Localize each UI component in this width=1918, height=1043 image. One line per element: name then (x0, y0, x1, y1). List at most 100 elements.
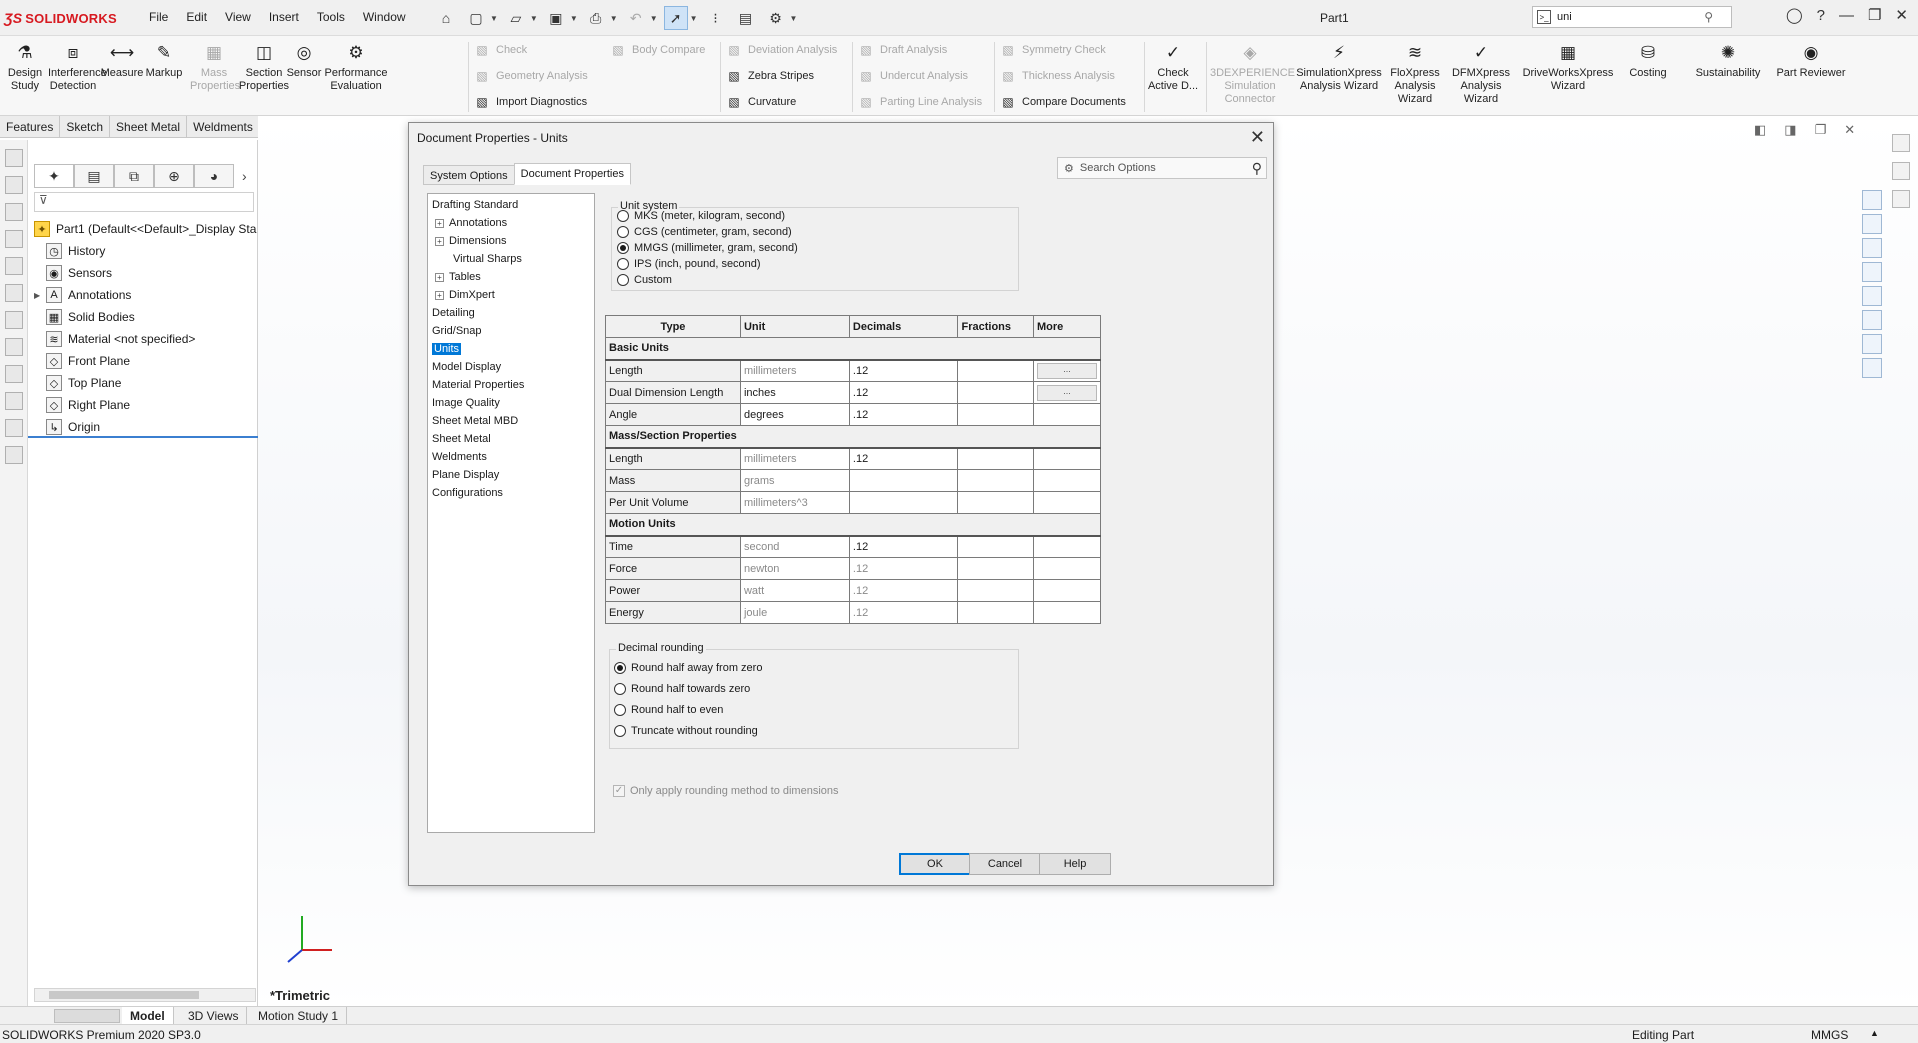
driveworksxpress-wizard-button[interactable]: ▦ DriveWorksXpress Wizard (1518, 40, 1618, 93)
tree-item-material[interactable]: ≋ Material <not specified> (28, 328, 258, 350)
checkbox-box[interactable]: ✓ (613, 785, 625, 797)
fractions-cell[interactable] (957, 469, 1034, 492)
minimize-icon[interactable]: — (1839, 7, 1854, 24)
sensor-button[interactable]: ◎ Sensor (286, 40, 322, 80)
options-item-virtual-sharps[interactable]: Virtual Sharps (428, 250, 594, 268)
collaboration-icon[interactable] (1862, 358, 1882, 378)
tree-horizontal-scrollbar[interactable] (34, 988, 256, 1002)
tree-item-top[interactable]: ◇ Top Plane (28, 372, 258, 394)
toolbar-icon[interactable] (5, 284, 23, 302)
decimals-cell[interactable]: .12 (848, 447, 959, 470)
expand-plus-icon[interactable]: + (435, 272, 444, 282)
tab-sheet-metal[interactable]: Sheet Metal (110, 116, 188, 138)
command-search[interactable]: >_ uni ⚲ (1532, 6, 1732, 28)
symmetry-check-button[interactable]: ▧ Symmetry Check (1000, 42, 1105, 58)
zebra-stripes-button[interactable]: ▧ Zebra Stripes (726, 68, 814, 84)
tab-sketch[interactable]: Sketch (60, 116, 111, 138)
radio-button[interactable] (614, 662, 626, 674)
options-item-grid-snap[interactable]: Grid/Snap (428, 322, 594, 340)
unit-cell[interactable]: millimeters^3 (739, 491, 850, 514)
configuration-manager-tab-icon[interactable]: ⧉ (114, 164, 154, 188)
body-compare-button[interactable]: ▧ Body Compare (610, 42, 705, 58)
close-icon[interactable]: ✕ (1250, 127, 1265, 148)
fractions-cell[interactable] (957, 601, 1034, 624)
radio-button[interactable] (617, 242, 629, 254)
fractions-cell[interactable] (957, 359, 1034, 382)
fractions-cell[interactable] (957, 447, 1034, 470)
toolbar-icon[interactable] (5, 257, 23, 275)
options-item-image-quality[interactable]: Image Quality (428, 394, 594, 412)
options-item-weldments[interactable]: Weldments (428, 448, 594, 466)
chevron-right-icon[interactable]: › (242, 168, 247, 184)
rebuild-traffic-light-icon[interactable]: ⁝ (704, 6, 728, 30)
tab-weldments[interactable]: Weldments (187, 116, 260, 138)
menu-edit[interactable]: Edit (177, 10, 216, 24)
tree-root-part[interactable]: ✦ Part1 (Default<<Default>_Display Sta (28, 218, 258, 240)
options-item-tables[interactable]: + Tables (428, 268, 594, 286)
save-icon[interactable]: ▣ (544, 6, 568, 30)
unit-cell[interactable]: grams (739, 469, 850, 492)
decimals-cell[interactable]: .12 (848, 557, 959, 580)
decimals-cell[interactable]: .12 (848, 403, 959, 426)
options-item-drafting-standard[interactable]: Drafting Standard (428, 196, 594, 214)
cancel-button[interactable]: Cancel (969, 853, 1041, 875)
check-button[interactable]: ▧ Check (474, 42, 527, 58)
chevron-down-icon[interactable]: ▼ (650, 14, 658, 23)
undo-icon[interactable]: ↶ (624, 6, 648, 30)
tab-navigation-arrows[interactable] (54, 1009, 120, 1023)
options-item-plane-display[interactable]: Plane Display (428, 466, 594, 484)
toolbar-icon[interactable] (5, 176, 23, 194)
section-button[interactable]: ◫ Section Properties (238, 40, 290, 93)
chevron-up-icon[interactable]: ▲ (1870, 1028, 1879, 1038)
property-manager-tab-icon[interactable]: ▤ (74, 164, 114, 188)
search-options-field[interactable]: ⚙ Search Options ⚲ (1057, 157, 1267, 179)
decimals-cell[interactable]: .12 (848, 579, 959, 602)
decimals-cell[interactable]: .12 (848, 535, 959, 558)
feature-tree-tab-icon[interactable]: ✦ (34, 164, 74, 188)
close-icon[interactable]: ✕ (1895, 6, 1908, 24)
fractions-cell[interactable] (957, 579, 1034, 602)
decimals-cell[interactable]: .12 (848, 601, 959, 624)
unit-cell[interactable]: degrees (739, 403, 850, 426)
only-apply-rounding-checkbox[interactable]: ✓ Only apply rounding method to dimensio… (613, 785, 839, 797)
tree-item-right[interactable]: ◇ Right Plane (28, 394, 258, 416)
display-manager-tab-icon[interactable]: ◕ (194, 164, 234, 188)
tile-left-icon[interactable]: ◧ (1754, 122, 1766, 138)
chevron-down-icon[interactable]: ▼ (610, 14, 618, 23)
floxpress-analysis-wizard-button[interactable]: ≋ FloXpress Analysis Wizard (1386, 40, 1444, 106)
radio-button[interactable] (614, 704, 626, 716)
more-button[interactable]: ... (1036, 362, 1097, 379)
help-button[interactable]: Help (1039, 853, 1111, 875)
unit-system-option-3[interactable]: IPS (inch, pound, second) (617, 258, 761, 270)
unit-cell[interactable]: inches (739, 381, 850, 404)
fractions-cell[interactable] (957, 381, 1034, 404)
tile-right-icon[interactable]: ◨ (1784, 122, 1796, 138)
part-reviewer-button[interactable]: ◉ Part Reviewer (1776, 40, 1846, 80)
geometry-analysis-button[interactable]: ▧ Geometry Analysis (474, 68, 587, 84)
menu-window[interactable]: Window (354, 10, 415, 24)
file-explorer-icon[interactable] (1862, 238, 1882, 258)
expand-plus-icon[interactable]: + (435, 236, 444, 246)
parting-line-analysis-button[interactable]: ▧ Parting Line Analysis (858, 94, 982, 110)
home-icon[interactable]: ⌂ (434, 6, 458, 30)
interference-button[interactable]: ⧈ Interference Detection (48, 40, 107, 93)
unit-cell[interactable]: joule (739, 601, 850, 624)
chevron-down-icon[interactable]: ▼ (790, 14, 798, 23)
decimals-cell[interactable] (848, 491, 959, 514)
fractions-cell[interactable] (957, 557, 1034, 580)
performance-button[interactable]: ⚙ Performance Evaluation (322, 40, 390, 93)
tree-item-solid[interactable]: ▦ Solid Bodies (28, 306, 258, 328)
deviation-analysis-button[interactable]: ▧ Deviation Analysis (726, 42, 837, 58)
options-item-configurations[interactable]: Configurations (428, 484, 594, 502)
rounding-option-1[interactable]: Round half towards zero (614, 683, 750, 695)
compare-documents-button[interactable]: ▧ Compare Documents (1000, 94, 1126, 110)
tree-item-front[interactable]: ◇ Front Plane (28, 350, 258, 372)
expand-arrow-icon[interactable]: ▶ (34, 291, 46, 300)
unit-system-selector[interactable]: MMGS (1811, 1028, 1848, 1042)
help-icon[interactable]: ? (1817, 7, 1825, 24)
options-item-annotations[interactable]: + Annotations (428, 214, 594, 232)
search-icon[interactable]: ⚲ (1704, 10, 1713, 24)
appearances-icon[interactable] (1862, 286, 1882, 306)
user-icon[interactable]: ◯ (1786, 6, 1803, 24)
tab-3d-views[interactable]: 3D Views (180, 1007, 248, 1025)
